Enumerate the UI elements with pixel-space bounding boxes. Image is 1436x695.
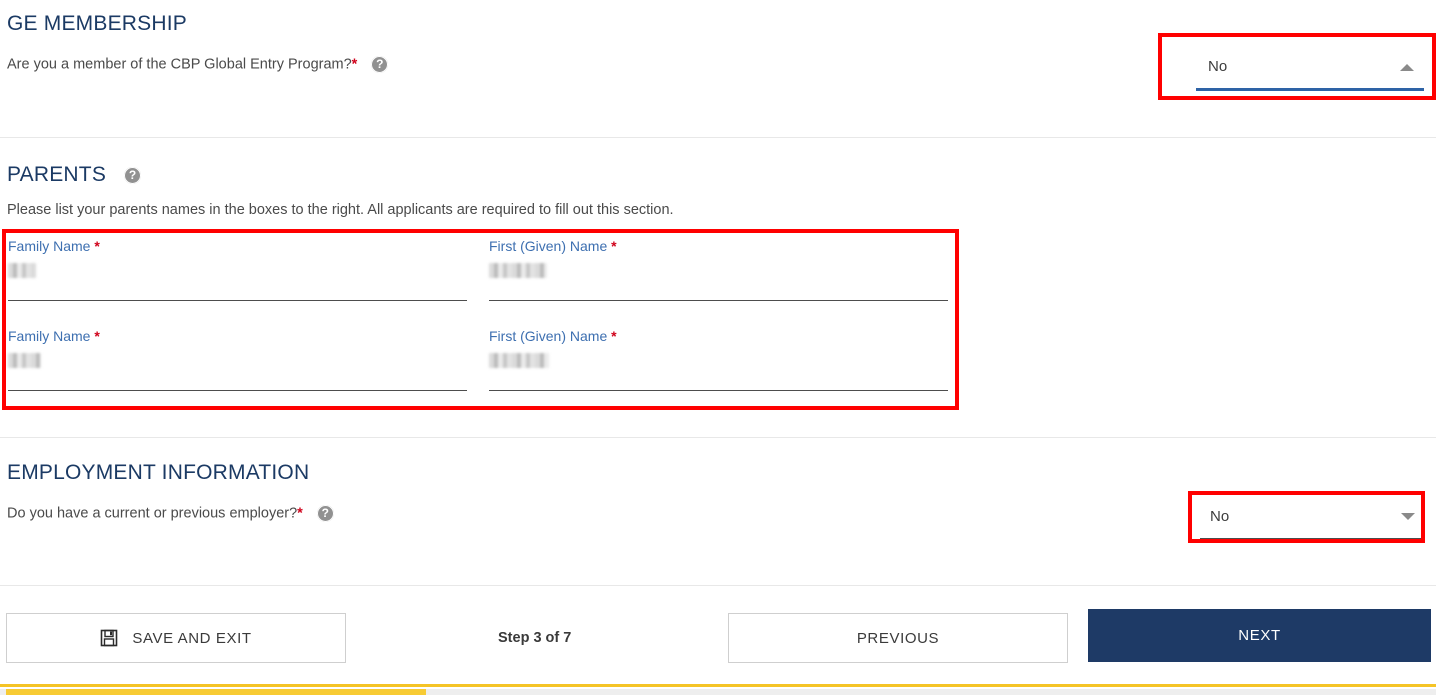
save-and-exit-button[interactable]: SAVE AND EXIT bbox=[6, 613, 346, 663]
chevron-down-icon[interactable] bbox=[1401, 513, 1415, 520]
employment-dropdown[interactable]: No bbox=[1200, 497, 1425, 539]
field-label: Family Name * bbox=[8, 328, 100, 344]
redacted-value bbox=[8, 353, 41, 368]
required-asterisk: * bbox=[351, 56, 358, 73]
ge-membership-question: Are you a member of the CBP Global Entry… bbox=[7, 56, 389, 73]
progress-fill bbox=[6, 689, 426, 695]
field-label: Family Name * bbox=[8, 238, 100, 254]
required-asterisk: * bbox=[94, 238, 100, 254]
parent-2-family-name-field[interactable]: Family Name * bbox=[8, 328, 467, 391]
redacted-value bbox=[489, 263, 547, 278]
parent-1-first-name-field[interactable]: First (Given) Name * bbox=[489, 238, 948, 301]
field-label: First (Given) Name * bbox=[489, 328, 617, 344]
ge-membership-dropdown-value: No bbox=[1208, 58, 1228, 75]
section-divider bbox=[0, 137, 1436, 138]
help-circle-icon[interactable]: ? bbox=[316, 505, 334, 522]
parents-description: Please list your parents names in the bo… bbox=[7, 202, 674, 218]
employment-information-title: EMPLOYMENT INFORMATION bbox=[7, 461, 310, 484]
required-asterisk: * bbox=[611, 328, 617, 344]
next-button[interactable]: NEXT bbox=[1088, 609, 1431, 662]
employment-dropdown-value: No bbox=[1210, 508, 1230, 525]
field-underline bbox=[489, 300, 948, 301]
employment-question: Do you have a current or previous employ… bbox=[7, 505, 334, 522]
required-asterisk: * bbox=[611, 238, 617, 254]
progress-rule bbox=[0, 684, 1436, 687]
employment-question-text: Do you have a current or previous employ… bbox=[7, 505, 298, 522]
redacted-value bbox=[8, 263, 36, 278]
save-and-exit-label: SAVE AND EXIT bbox=[132, 629, 252, 647]
redacted-value bbox=[489, 353, 549, 368]
floppy-disk-save-icon bbox=[100, 629, 118, 647]
section-divider bbox=[0, 437, 1436, 438]
application-form-page: GE MEMBERSHIP Are you a member of the CB… bbox=[0, 0, 1436, 695]
previous-button[interactable]: PREVIOUS bbox=[728, 613, 1068, 663]
next-label: NEXT bbox=[1238, 627, 1281, 644]
section-divider bbox=[0, 585, 1436, 586]
previous-label: PREVIOUS bbox=[856, 629, 940, 647]
help-circle-icon[interactable]: ? bbox=[124, 167, 141, 184]
help-circle-icon[interactable]: ? bbox=[371, 56, 389, 73]
ge-membership-title: GE MEMBERSHIP bbox=[7, 12, 187, 35]
step-indicator: Step 3 of 7 bbox=[498, 630, 572, 646]
field-label: First (Given) Name * bbox=[489, 238, 617, 254]
chevron-up-icon[interactable] bbox=[1400, 64, 1414, 71]
parents-title: PARENTS bbox=[7, 163, 107, 186]
field-underline bbox=[8, 390, 467, 391]
required-asterisk: * bbox=[297, 505, 303, 522]
field-underline bbox=[8, 300, 467, 301]
parent-2-first-name-field[interactable]: First (Given) Name * bbox=[489, 328, 948, 391]
field-underline bbox=[489, 390, 948, 391]
ge-membership-question-text: Are you a member of the CBP Global Entry… bbox=[7, 56, 352, 73]
parent-1-family-name-field[interactable]: Family Name * bbox=[8, 238, 467, 301]
ge-membership-dropdown[interactable]: No bbox=[1196, 46, 1424, 91]
employment-dropdown-underline bbox=[1200, 538, 1425, 539]
required-asterisk: * bbox=[94, 328, 100, 344]
ge-membership-dropdown-underline bbox=[1196, 88, 1424, 91]
